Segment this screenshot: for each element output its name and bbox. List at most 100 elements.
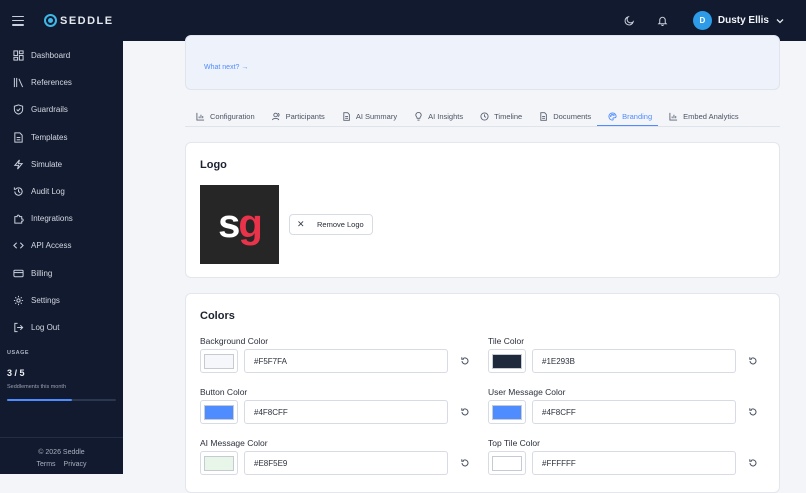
usage-count: 3 / 5 — [7, 368, 25, 378]
tab-ai-summary[interactable]: AI Summary — [331, 107, 403, 126]
clock-icon — [480, 112, 489, 121]
library-icon — [12, 77, 24, 89]
button-color-field: Button Color — [200, 387, 480, 427]
usage-progress-bar — [7, 399, 116, 401]
hex-input[interactable] — [244, 400, 448, 424]
brand-name: SEDDLE — [60, 14, 114, 27]
privacy-link[interactable]: Privacy — [64, 461, 87, 468]
close-icon: ✕ — [297, 219, 305, 229]
reset-icon[interactable] — [460, 458, 470, 468]
reset-icon[interactable] — [748, 458, 758, 468]
tab-ai-insights[interactable]: AI Insights — [403, 107, 469, 126]
color-swatch — [492, 455, 522, 471]
document-icon — [12, 131, 24, 143]
tile-color-field: Tile Color — [488, 336, 768, 376]
tab-label: Configuration — [210, 112, 255, 121]
sidebar-item-log-out[interactable]: Log Out — [0, 314, 123, 341]
color-swatch-button[interactable] — [488, 400, 526, 424]
usage-progress-fill — [7, 399, 73, 401]
logo-preview: sg — [200, 185, 279, 264]
sidebar-footer: © 2026 Seddle Terms Privacy — [0, 449, 123, 468]
tab-label: Documents — [553, 112, 592, 121]
hex-input[interactable] — [532, 451, 736, 475]
terms-link[interactable]: Terms — [36, 461, 55, 468]
sidebar-item-dashboard[interactable]: Dashboard — [0, 42, 123, 69]
brand-logo[interactable]: SEDDLE — [44, 14, 114, 27]
color-label: User Message Color — [488, 387, 566, 397]
remove-logo-button[interactable]: ✕ Remove Logo — [289, 214, 373, 235]
reset-icon[interactable] — [460, 407, 470, 417]
tab-label: Embed Analytics — [683, 112, 739, 121]
color-swatch-button[interactable] — [200, 349, 238, 373]
sidebar-item-billing[interactable]: Billing — [0, 260, 123, 287]
chevron-down-icon — [776, 18, 784, 23]
color-swatch — [204, 353, 234, 369]
lightbulb-icon — [415, 112, 422, 121]
user-menu[interactable]: D Dusty Ellis — [692, 11, 784, 30]
code-icon — [12, 240, 24, 252]
color-swatch — [492, 404, 522, 420]
sidebar-item-label: References — [31, 78, 72, 88]
usage-subtitle: Seddlements this month — [7, 384, 67, 390]
sidebar-item-audit-log[interactable]: Audit Log — [0, 178, 123, 205]
sidebar-item-guardrails[interactable]: Guardrails — [0, 96, 123, 123]
sidebar-item-label: Guardrails — [31, 105, 68, 115]
remove-logo-label: Remove Logo — [317, 220, 364, 229]
hex-input[interactable] — [244, 349, 448, 373]
color-swatch — [492, 353, 522, 369]
menu-icon[interactable] — [12, 15, 24, 26]
color-label: Button Color — [200, 387, 248, 397]
tab-participants[interactable]: Participants — [261, 107, 331, 126]
color-swatch-button[interactable] — [488, 349, 526, 373]
reset-icon[interactable] — [460, 356, 470, 366]
reset-icon[interactable] — [748, 407, 758, 417]
sidebar-item-label: Integrations — [31, 214, 73, 224]
user-name: Dusty Ellis — [717, 15, 769, 26]
sidebar-item-label: Simulate — [31, 159, 63, 169]
color-label: Background Color — [200, 336, 269, 346]
tab-label: Timeline — [494, 112, 523, 121]
tab-embed-analytics[interactable]: Embed Analytics — [658, 107, 744, 126]
color-label: Top Tile Color — [488, 438, 540, 448]
color-label: AI Message Color — [200, 438, 268, 448]
sidebar-item-simulate[interactable]: Simulate — [0, 151, 123, 178]
moon-icon[interactable] — [623, 14, 637, 28]
bar-chart-icon — [669, 112, 678, 121]
bar-chart-icon — [196, 112, 205, 121]
sidebar-item-label: Log Out — [31, 322, 60, 332]
hex-input[interactable] — [532, 400, 736, 424]
tab-label: Branding — [622, 111, 653, 121]
sidebar-item-templates[interactable]: Templates — [0, 124, 123, 151]
file-icon — [540, 112, 548, 121]
tab-configuration[interactable]: Configuration — [185, 107, 261, 126]
sidebar-item-references[interactable]: References — [0, 69, 123, 96]
sg-logo-image: sg — [218, 202, 263, 246]
tab-label: Participants — [285, 112, 325, 121]
hex-input[interactable] — [532, 349, 736, 373]
tab-timeline[interactable]: Timeline — [469, 107, 528, 126]
puzzle-icon — [12, 213, 24, 225]
settings-tabs: Configuration Participants AI Summary AI… — [185, 107, 780, 127]
top-tile-color-field: Top Tile Color — [488, 438, 768, 478]
color-swatch — [204, 455, 234, 471]
color-swatch-button[interactable] — [200, 400, 238, 424]
palette-icon — [608, 111, 617, 121]
logout-icon — [12, 321, 24, 333]
reset-icon[interactable] — [748, 356, 758, 366]
tab-documents[interactable]: Documents — [528, 107, 597, 126]
brand-mark-icon — [44, 14, 57, 27]
dashboard-icon — [12, 50, 24, 62]
usage-title: USAGE — [7, 350, 30, 356]
color-swatch-button[interactable] — [488, 451, 526, 475]
tab-branding[interactable]: Branding — [597, 107, 659, 126]
shield-check-icon — [12, 104, 24, 116]
avatar: D — [692, 11, 712, 30]
sidebar-item-label: Settings — [31, 295, 60, 305]
sidebar-item-api-access[interactable]: API Access — [0, 232, 123, 259]
sidebar-item-integrations[interactable]: Integrations — [0, 205, 123, 232]
hex-input[interactable] — [244, 451, 448, 475]
bell-icon[interactable] — [656, 14, 670, 28]
sidebar-item-settings[interactable]: Settings — [0, 287, 123, 314]
what-next-link[interactable]: What next? → — [204, 64, 248, 71]
color-swatch-button[interactable] — [200, 451, 238, 475]
